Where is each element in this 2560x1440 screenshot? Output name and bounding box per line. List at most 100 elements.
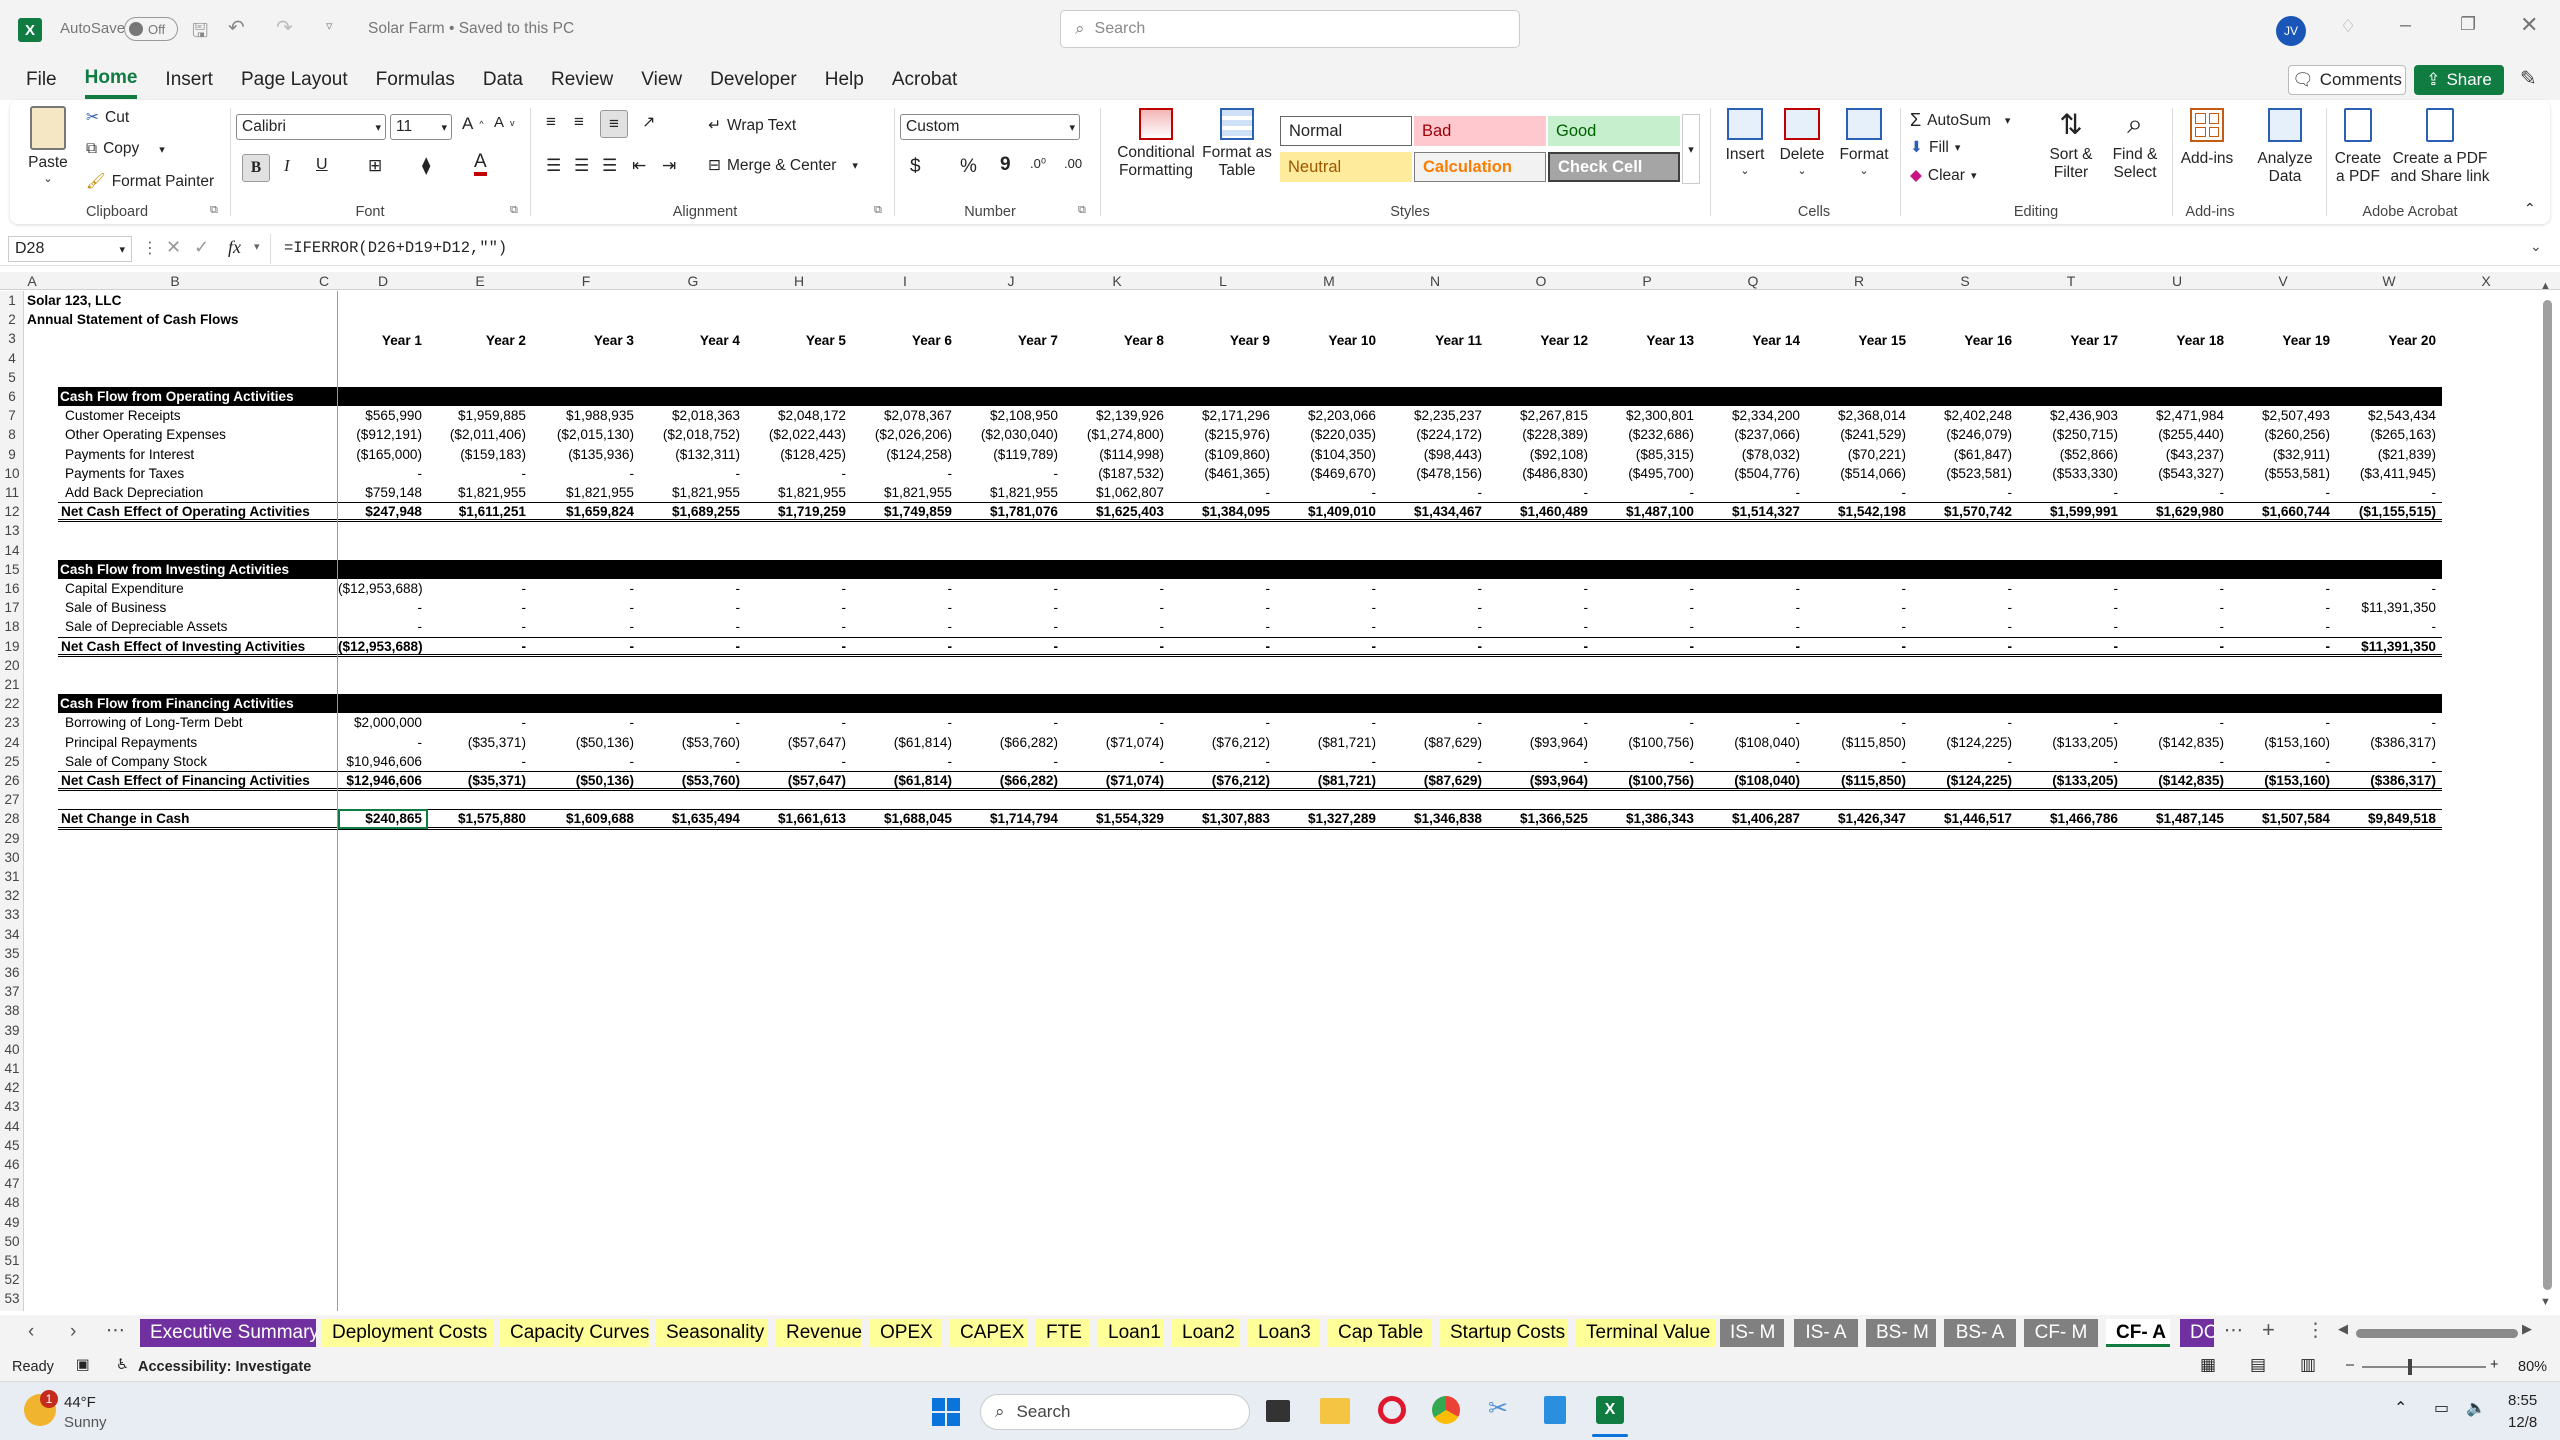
row-header[interactable]: 33 [0, 905, 24, 924]
column-header[interactable]: H [746, 272, 852, 290]
insert-cells-button[interactable]: Insert ⌄ [1720, 108, 1770, 177]
row-header[interactable]: 5 [0, 368, 24, 387]
conditional-formatting-button[interactable]: Conditional Formatting [1106, 108, 1206, 180]
row-header[interactable]: 45 [0, 1136, 24, 1155]
value-cell[interactable]: - [2336, 579, 2436, 598]
row-header[interactable]: 28 [0, 809, 24, 828]
total-value-cell[interactable]: ($100,756) [1594, 771, 1694, 790]
year-header-cell[interactable]: Year 14 [1700, 331, 1800, 350]
total-label-cell[interactable]: Net Cash Effect of Investing Activities [61, 637, 305, 656]
column-header[interactable]: C [310, 272, 338, 290]
net-change-value-cell[interactable]: $1,487,145 [2124, 809, 2224, 828]
total-value-cell[interactable]: - [532, 637, 634, 656]
value-cell[interactable]: - [1912, 579, 2012, 598]
value-cell[interactable]: ($100,756) [1594, 733, 1694, 752]
column-header[interactable]: M [1276, 272, 1382, 290]
sheet-tab[interactable]: BS- M [1866, 1319, 1936, 1347]
scroll-down-icon[interactable]: ▼ [2540, 1296, 2551, 1308]
value-cell[interactable]: - [1912, 598, 2012, 617]
value-cell[interactable]: $2,203,066 [1276, 406, 1376, 425]
column-header[interactable]: X [2442, 272, 2530, 290]
options-icon[interactable]: ⋮ [2306, 1319, 2325, 1342]
value-cell[interactable]: - [852, 579, 952, 598]
next-sheet-icon[interactable]: › [70, 1321, 76, 1343]
font-name-select[interactable]: Calibri ▾ [236, 114, 386, 140]
value-cell[interactable]: ($232,686) [1594, 425, 1694, 444]
tab-page-layout[interactable]: Page Layout [241, 63, 348, 97]
tab-help[interactable]: Help [825, 63, 864, 97]
tab-insert[interactable]: Insert [165, 63, 213, 97]
sheet-tab[interactable]: Loan3 [1248, 1319, 1320, 1347]
number-format-select[interactable]: Custom ▾ [900, 114, 1080, 140]
column-header[interactable]: T [2018, 272, 2124, 290]
total-value-cell[interactable]: - [1276, 637, 1376, 656]
sheet-tab[interactable]: Startup Costs [1440, 1319, 1568, 1347]
align-right-icon[interactable]: ☰ [602, 156, 617, 176]
notepad-icon[interactable] [1544, 1396, 1566, 1424]
value-cell[interactable]: ($543,327) [2124, 464, 2224, 483]
value-cell[interactable]: - [1170, 752, 1270, 771]
total-value-cell[interactable]: ($35,371) [428, 771, 526, 790]
column-header[interactable]: N [1382, 272, 1488, 290]
increase-decimal-icon[interactable]: .0⁰ [1030, 156, 1046, 172]
total-value-cell[interactable]: ($81,721) [1276, 771, 1376, 790]
increase-font-icon[interactable]: A ^ [462, 114, 484, 134]
row-header[interactable]: 11 [0, 483, 24, 502]
value-cell[interactable]: - [1064, 598, 1164, 617]
value-cell[interactable]: ($912,191) [338, 425, 422, 444]
value-cell[interactable]: - [958, 752, 1058, 771]
task-view-icon[interactable] [1266, 1400, 1290, 1422]
value-cell[interactable]: $2,507,493 [2230, 406, 2330, 425]
zoom-slider-thumb[interactable] [2408, 1359, 2412, 1375]
page-layout-view-icon[interactable]: ▤ [2250, 1355, 2266, 1375]
value-cell[interactable]: ($142,835) [2124, 733, 2224, 752]
scroll-thumb[interactable] [2543, 300, 2552, 1290]
format-painter-button[interactable]: 🖌 Format Painter [86, 172, 214, 191]
value-cell[interactable]: $1,062,807 [1064, 483, 1164, 502]
page-break-view-icon[interactable]: ▥ [2300, 1355, 2316, 1375]
row-label-cell[interactable]: Customer Receipts [65, 406, 181, 425]
value-cell[interactable]: - [2018, 617, 2118, 636]
value-cell[interactable]: - [1382, 483, 1482, 502]
value-cell[interactable]: ($1,274,800) [1064, 425, 1164, 444]
wrap-text-button[interactable]: ↵ Wrap Text [708, 116, 796, 135]
align-top-icon[interactable]: ≡ [546, 112, 556, 132]
row-header[interactable]: 6 [0, 387, 24, 406]
column-header[interactable]: G [640, 272, 746, 290]
net-change-value-cell[interactable]: $1,688,045 [852, 809, 952, 828]
row-header[interactable]: 42 [0, 1078, 24, 1097]
value-cell[interactable]: $1,821,955 [958, 483, 1058, 502]
total-value-cell[interactable]: $1,660,744 [2230, 502, 2330, 521]
total-value-cell[interactable]: - [1700, 637, 1800, 656]
value-cell[interactable]: ($109,860) [1170, 445, 1270, 464]
value-cell[interactable]: $1,959,885 [428, 406, 526, 425]
row-header[interactable]: 48 [0, 1193, 24, 1212]
row-header[interactable]: 47 [0, 1174, 24, 1193]
snipping-tool-icon[interactable]: ✂ [1488, 1394, 1508, 1423]
value-cell[interactable]: ($255,440) [2124, 425, 2224, 444]
row-header[interactable]: 3 [0, 329, 24, 348]
value-cell[interactable]: ($85,315) [1594, 445, 1694, 464]
row-header[interactable]: 8 [0, 425, 24, 444]
row-header[interactable]: 16 [0, 579, 24, 598]
sheet-tab[interactable]: IS- A [1794, 1319, 1858, 1347]
start-button[interactable] [932, 1398, 960, 1426]
year-header-cell[interactable]: Year 12 [1488, 331, 1588, 350]
value-cell[interactable]: ($469,670) [1276, 464, 1376, 483]
value-cell[interactable]: - [1912, 713, 2012, 732]
style-calculation[interactable]: Calculation [1414, 152, 1546, 182]
tab-acrobat[interactable]: Acrobat [892, 63, 957, 97]
total-value-cell[interactable]: - [2018, 637, 2118, 656]
value-cell[interactable]: - [1594, 579, 1694, 598]
value-cell[interactable]: ($35,371) [428, 733, 526, 752]
value-cell[interactable]: ($220,035) [1276, 425, 1376, 444]
more-sheets-icon[interactable]: ⋯ [106, 1319, 125, 1342]
tab-formulas[interactable]: Formulas [376, 63, 455, 97]
value-cell[interactable]: ($128,425) [746, 445, 846, 464]
value-cell[interactable]: ($3,411,945) [2336, 464, 2436, 483]
net-change-value-cell[interactable]: $1,446,517 [1912, 809, 2012, 828]
value-cell[interactable]: - [1700, 598, 1800, 617]
value-cell[interactable]: - [1700, 483, 1800, 502]
net-change-value-cell[interactable]: $1,406,287 [1700, 809, 1800, 828]
value-cell[interactable]: - [1276, 617, 1376, 636]
